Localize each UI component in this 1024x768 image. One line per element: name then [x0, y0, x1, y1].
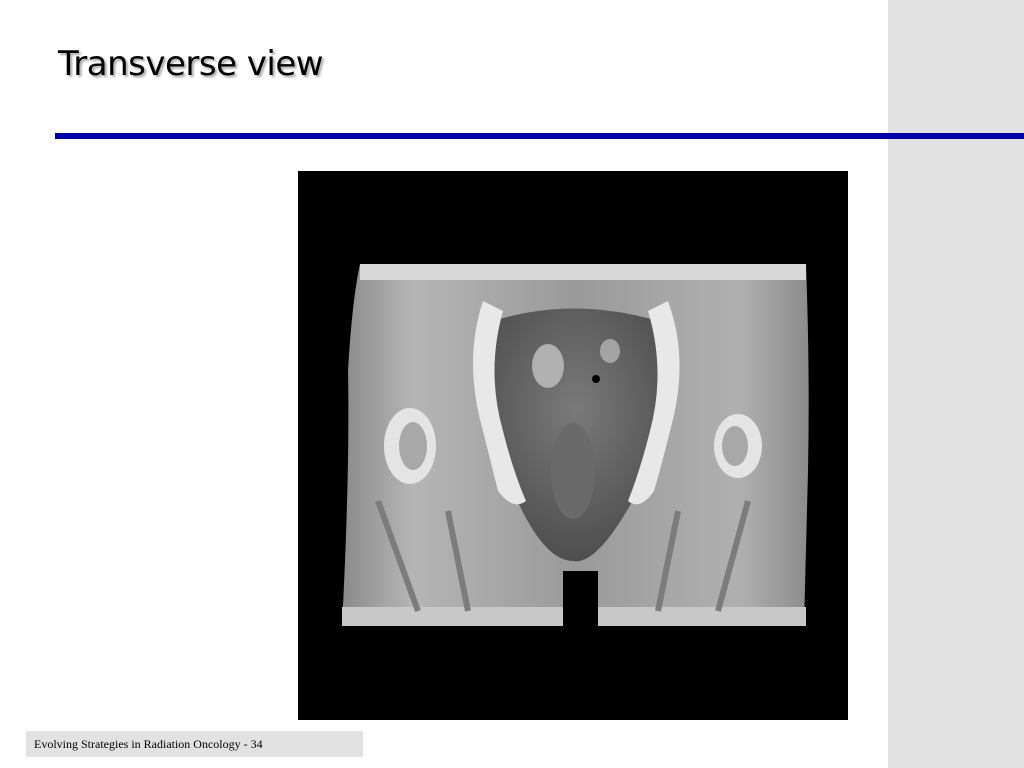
ct-scan-graphic	[342, 264, 809, 626]
side-panel	[888, 0, 1024, 768]
footer-text: Evolving Strategies in Radiation Oncolog…	[34, 736, 263, 751]
slide-title: Transverse view	[58, 44, 324, 84]
ct-scan-image	[298, 171, 848, 720]
title-rule	[55, 133, 1024, 139]
footer-bar: Evolving Strategies in Radiation Oncolog…	[26, 731, 363, 757]
